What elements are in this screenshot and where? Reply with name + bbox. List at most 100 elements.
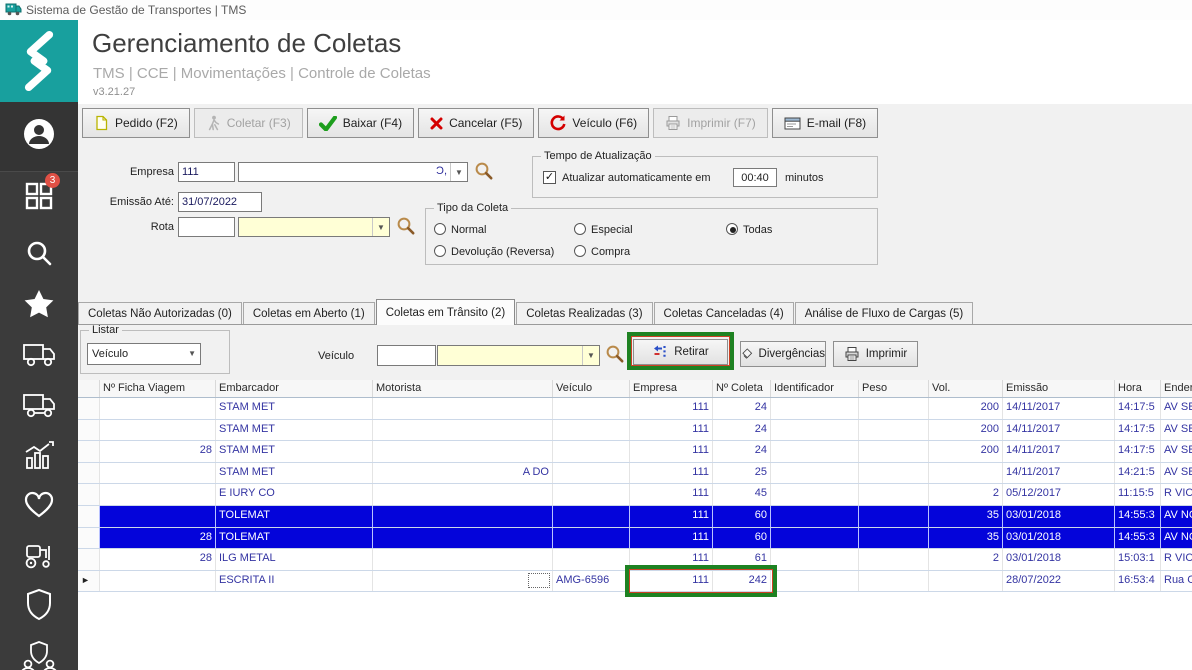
cell-sel[interactable]	[78, 527, 100, 549]
cancelar-button[interactable]: Cancelar (F5)	[418, 108, 535, 138]
cell-identificador[interactable]	[771, 398, 859, 419]
rota-combo[interactable]: ▼	[238, 217, 390, 237]
cell-identificador[interactable]	[771, 441, 859, 462]
sidebar-item-truck-outbound[interactable]	[0, 338, 78, 372]
cell-embarcador[interactable]: TOLEMAT	[216, 505, 373, 527]
empresa-code-field[interactable]: 111	[178, 162, 235, 182]
cell-veiculo[interactable]	[553, 527, 630, 549]
cell-emissao[interactable]: 28/07/2022	[1003, 570, 1115, 592]
cell-empresa[interactable]: 111	[630, 505, 713, 527]
cell-ender[interactable]: AV NO	[1161, 505, 1192, 527]
cell-ender[interactable]: AV SE	[1161, 420, 1192, 441]
cell-peso[interactable]	[859, 398, 929, 419]
veiculo-button[interactable]: Veículo (F6)	[538, 108, 650, 138]
cell-embarcador[interactable]: STAM MET	[216, 398, 373, 419]
table-row[interactable]: STAM MET 11124 20014/11/201714:17:5AV SE	[78, 419, 1192, 442]
cell-peso[interactable]	[859, 527, 929, 549]
cell-peso[interactable]	[859, 505, 929, 527]
email-button[interactable]: E-mail (F8)	[771, 108, 879, 138]
sidebar-item-truck-inbound[interactable]	[0, 390, 78, 424]
cell-emissao[interactable]: 14/11/2017	[1003, 441, 1115, 462]
cell-motorista[interactable]	[373, 549, 553, 570]
tab-coletas-realizadas-3[interactable]: Coletas Realizadas (3)	[516, 302, 653, 324]
veiculo-combo[interactable]: ▼	[437, 345, 600, 366]
cell-sel[interactable]	[78, 505, 100, 527]
cell-vol[interactable]: 200	[929, 419, 1003, 441]
cell-motorista[interactable]	[373, 527, 553, 549]
update-interval-field[interactable]: 00:40	[733, 168, 777, 187]
table-row[interactable]: STAM MET 11124 20014/11/201714:17:5AV SE	[78, 398, 1192, 420]
cell-coleta[interactable]: 60	[713, 527, 771, 549]
table-row[interactable]: 28TOLEMAT 11160 3503/01/201814:55:3AV NO	[78, 527, 1192, 550]
sidebar-item-favorites[interactable]	[0, 288, 78, 320]
cell-hora[interactable]: 14:17:5	[1115, 419, 1161, 441]
table-row[interactable]: ► ESCRITA II AMG-6596 111 242 28/07/2022 16:53…	[78, 570, 1192, 593]
cell-hora[interactable]: 14:17:5	[1115, 441, 1161, 462]
cell-peso[interactable]	[859, 549, 929, 570]
chevron-down-icon[interactable]: ▼	[450, 163, 467, 181]
radio-normal[interactable]: Normal	[434, 223, 486, 236]
cell-ficha[interactable]: 28	[100, 549, 216, 570]
cell-ficha[interactable]	[100, 570, 216, 592]
column-header-identificador[interactable]: Identificador	[771, 380, 859, 397]
column-header-coleta[interactable]: Nº Coleta	[713, 380, 771, 397]
baixar-button[interactable]: Baixar (F4)	[306, 108, 415, 138]
cell-vol[interactable]: 200	[929, 398, 1003, 419]
cell-hora[interactable]: 14:17:5	[1115, 398, 1161, 419]
listar-select[interactable]: Veículo ▼	[87, 343, 201, 365]
cell-embarcador[interactable]: STAM MET	[216, 441, 373, 462]
column-header-embarcador[interactable]: Embarcador	[216, 380, 373, 397]
cell-empresa[interactable]: 111	[630, 441, 713, 462]
sidebar-item-health[interactable]	[0, 490, 78, 520]
cell-empresa[interactable]: 111	[630, 398, 713, 419]
cell-emissao[interactable]: 14/11/2017	[1003, 398, 1115, 419]
cell-identificador[interactable]	[771, 505, 859, 527]
column-header-ender[interactable]: Ender	[1161, 380, 1192, 397]
divergencias-button[interactable]: Divergências	[740, 341, 826, 367]
auto-update-checkbox[interactable]: ✓	[543, 171, 556, 184]
sidebar-item-apps[interactable]	[0, 180, 78, 212]
emissao-ate-field[interactable]: 31/07/2022	[178, 192, 262, 212]
cell-peso[interactable]	[859, 419, 929, 441]
cell-coleta[interactable]: 60	[713, 505, 771, 527]
cell-ender[interactable]: R VIC	[1161, 549, 1192, 570]
cell-vol[interactable]: 200	[929, 441, 1003, 462]
cell-identificador[interactable]	[771, 462, 859, 484]
cell-emissao[interactable]: 14/11/2017	[1003, 462, 1115, 484]
cell-emissao[interactable]: 03/01/2018	[1003, 549, 1115, 570]
cell-veiculo[interactable]	[553, 419, 630, 441]
tab-coletas-em-tr-nsito-2[interactable]: Coletas em Trânsito (2)	[375, 299, 516, 325]
radio-compra[interactable]: Compra	[574, 245, 630, 258]
cell-sel[interactable]	[78, 462, 100, 484]
veiculo-search-button[interactable]	[605, 344, 625, 369]
cell-empresa[interactable]: 111	[630, 527, 713, 549]
tab-an-lise-de-fluxo-de-cargas-5[interactable]: Análise de Fluxo de Cargas (5)	[794, 302, 974, 324]
cell-vol[interactable]	[929, 462, 1003, 484]
tab-coletas-canceladas-4[interactable]: Coletas Canceladas (4)	[653, 302, 794, 324]
cell-veiculo[interactable]	[553, 462, 630, 484]
cell-embarcador[interactable]: STAM MET	[216, 462, 373, 484]
cell-sel[interactable]	[78, 398, 100, 419]
cell-ficha[interactable]	[100, 484, 216, 505]
cell-identificador[interactable]	[771, 484, 859, 505]
cell-motorista[interactable]	[373, 398, 553, 419]
cell-hora[interactable]: 14:21:5	[1115, 462, 1161, 484]
column-header-veiculo[interactable]: Veículo	[553, 380, 630, 397]
cell-ficha[interactable]: 28	[100, 527, 216, 549]
column-header-peso[interactable]: Peso	[859, 380, 929, 397]
column-header-empresa[interactable]: Empresa	[630, 380, 713, 397]
cell-peso[interactable]	[859, 462, 929, 484]
cell-empresa[interactable]: 111	[630, 462, 713, 484]
cell-ender[interactable]: Rua C	[1161, 571, 1192, 592]
cell-emissao[interactable]: 03/01/2018	[1003, 505, 1115, 527]
cell-hora[interactable]: 14:55:3	[1115, 527, 1161, 549]
cell-emissao[interactable]: 05/12/2017	[1003, 484, 1115, 505]
cell-embarcador[interactable]: STAM MET	[216, 419, 373, 441]
cell-vol[interactable]: 2	[929, 549, 1003, 570]
cell-embarcador[interactable]: ESCRITA II	[216, 570, 373, 592]
cell-veiculo[interactable]	[553, 441, 630, 462]
cell-veiculo[interactable]	[553, 484, 630, 505]
column-header-hora[interactable]: Hora	[1115, 380, 1161, 397]
cell-coleta[interactable]: 242	[713, 570, 771, 592]
cell-sel[interactable]	[78, 484, 100, 505]
